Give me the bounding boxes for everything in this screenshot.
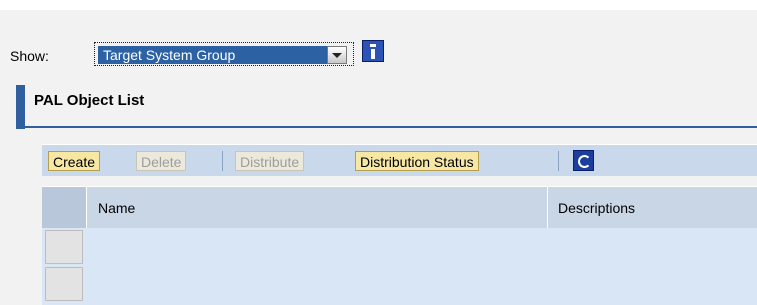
create-button[interactable]: Create bbox=[48, 151, 101, 171]
table-body bbox=[42, 228, 757, 305]
column-header-descriptions[interactable]: Descriptions bbox=[558, 200, 635, 216]
refresh-icon[interactable] bbox=[573, 150, 594, 171]
delete-button[interactable]: Delete bbox=[136, 151, 187, 171]
distribution-status-button[interactable]: Distribution Status bbox=[355, 151, 479, 171]
toolbar-separator bbox=[222, 151, 223, 171]
select-all-cell[interactable] bbox=[42, 187, 87, 228]
table-header: Name Descriptions bbox=[42, 186, 757, 228]
tray-title: PAL Object List bbox=[34, 92, 145, 109]
distribute-button[interactable]: Distribute bbox=[235, 151, 305, 171]
toolbar-separator bbox=[558, 151, 559, 171]
toolbar: Create Delete Distribute Distribution St… bbox=[42, 144, 757, 176]
top-strip bbox=[0, 0, 757, 10]
chevron-down-icon[interactable] bbox=[327, 46, 347, 64]
row-selector[interactable] bbox=[45, 230, 83, 264]
row-selector[interactable] bbox=[45, 267, 83, 301]
tray-accent-bar bbox=[16, 85, 25, 129]
column-header-name[interactable]: Name bbox=[98, 200, 135, 216]
info-icon[interactable] bbox=[362, 40, 384, 62]
show-dropdown[interactable]: Target System Group bbox=[94, 42, 354, 66]
column-divider bbox=[547, 187, 548, 228]
show-label: Show: bbox=[10, 48, 49, 64]
show-dropdown-value: Target System Group bbox=[98, 46, 327, 64]
tray-underline bbox=[25, 126, 757, 128]
